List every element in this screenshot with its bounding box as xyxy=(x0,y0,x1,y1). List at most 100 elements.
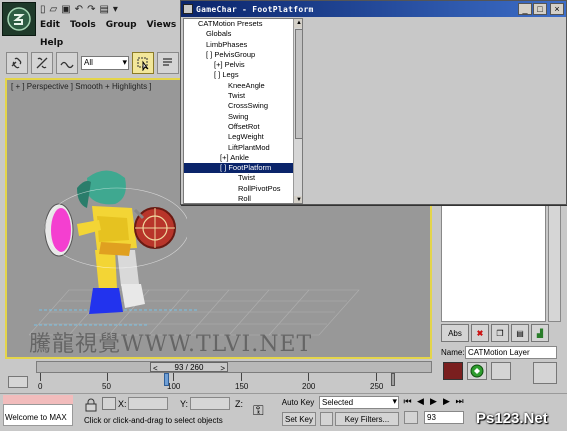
current-frame-field[interactable]: 93 xyxy=(424,411,464,424)
menu-tools[interactable]: Tools xyxy=(70,20,96,30)
key-mode-dropdown[interactable]: Selected xyxy=(319,396,399,409)
minimize-icon[interactable]: _ xyxy=(518,3,532,15)
new-file-icon[interactable]: ▯ xyxy=(40,4,46,16)
ruler-label: 50 xyxy=(102,382,111,391)
lock-selection-icon[interactable] xyxy=(84,398,98,412)
x-label: X: xyxy=(118,399,127,409)
current-frame-marker[interactable] xyxy=(164,373,169,386)
abs-layer-button[interactable]: Abs xyxy=(441,324,469,342)
go-to-start-icon[interactable]: ⏮ xyxy=(402,396,413,407)
close-icon[interactable]: × xyxy=(550,3,564,15)
ruler-label: 250 xyxy=(370,382,384,391)
tree-item[interactable]: Twist xyxy=(184,91,302,101)
undo-icon[interactable]: ↶ xyxy=(75,4,83,16)
tree-item[interactable]: Globals xyxy=(184,29,302,39)
save-file-icon[interactable]: ▣ xyxy=(61,4,70,16)
dropdown-chevron-icon[interactable]: ▾ xyxy=(113,4,118,16)
layer-name-field[interactable]: CATMotion Layer xyxy=(465,346,557,359)
layer-action-icon[interactable] xyxy=(491,362,511,380)
paste-layer-icon[interactable]: ▤ xyxy=(511,324,529,342)
window-icon xyxy=(183,4,193,14)
go-to-end-icon[interactable]: ⏭ xyxy=(454,396,465,407)
select-by-name-icon[interactable] xyxy=(157,52,179,74)
main-toolbar: All xyxy=(0,50,180,76)
tree-item[interactable]: LiftPlantMod xyxy=(184,143,302,153)
copy-layer-icon[interactable]: ❐ xyxy=(491,324,509,342)
redo-icon[interactable]: ↷ xyxy=(87,4,95,16)
project-folder-icon[interactable]: ▤ xyxy=(99,4,108,16)
listener-text: Welcome to MAX xyxy=(5,413,67,422)
tree-item[interactable]: Swing xyxy=(184,112,302,122)
catmotion-layer-panel: Abs ✖ ❐ ▤ ▟ Name: CATMotion Layer xyxy=(437,200,567,393)
time-next-icon[interactable]: > xyxy=(220,364,225,373)
character-model[interactable] xyxy=(37,168,187,338)
tree-item[interactable]: [+] Pelvis xyxy=(184,60,302,70)
time-slider-thumb[interactable]: < 93 / 260 > xyxy=(150,362,228,373)
catmotion-editor-window: GameChar - FootPlatform _ □ × CATMotion … xyxy=(180,0,567,205)
layer-list[interactable] xyxy=(441,204,546,322)
selection-filter-dropdown[interactable]: All xyxy=(81,56,129,70)
scroll-thumb[interactable] xyxy=(295,29,302,139)
menu-help[interactable]: Help xyxy=(40,38,63,48)
z-label: Z: xyxy=(235,399,243,409)
previous-frame-icon[interactable]: ◀ xyxy=(415,396,426,407)
absolute-mode-transform-icon[interactable] xyxy=(102,397,116,410)
ruler-label: 0 xyxy=(38,382,43,391)
layer-graph-icon[interactable]: ▟ xyxy=(531,324,549,342)
tree-item[interactable]: KneeAngle xyxy=(184,81,302,91)
tree-scrollbar[interactable]: ▲ ▼ xyxy=(293,19,302,203)
name-label: Name: xyxy=(441,348,465,357)
tree-item[interactable]: LegWeight xyxy=(184,132,302,142)
tree-item[interactable]: CATMotion Presets xyxy=(184,19,302,29)
layer-move-icon[interactable] xyxy=(533,362,557,384)
link-icon[interactable] xyxy=(6,52,28,74)
tree-item[interactable]: [ ] Legs xyxy=(184,70,302,80)
playback-controls: ⏮ ◀ ▶ ▶ ⏭ xyxy=(402,396,465,407)
tree-item[interactable]: [+] Ankle xyxy=(184,153,302,163)
time-slider[interactable]: < 93 / 260 > xyxy=(36,361,432,373)
time-slider-position: 93 / 260 xyxy=(174,363,204,372)
tree-item[interactable]: [ ] FootPlatform xyxy=(184,163,302,174)
set-key-icon[interactable]: ⚿ xyxy=(253,402,264,419)
default-in-out-tangent-icon[interactable] xyxy=(320,412,333,426)
catmotion-titlebar[interactable]: GameChar - FootPlatform _ □ × xyxy=(181,1,566,17)
menu-views[interactable]: Views xyxy=(147,20,177,30)
open-file-icon[interactable]: ▱ xyxy=(50,4,58,16)
bind-spacewarp-icon[interactable] xyxy=(56,52,78,74)
tree-item[interactable]: LimbPhases xyxy=(184,40,302,50)
track-bar-ruler[interactable]: 0 50 100 150 200 250 xyxy=(36,373,436,393)
catmotion-hierarchy-tree[interactable]: CATMotion Presets Globals LimbPhases[ ] Pe… xyxy=(183,18,303,204)
select-object-icon[interactable] xyxy=(132,52,154,74)
end-range-marker xyxy=(391,373,395,386)
tree-item[interactable]: Twist xyxy=(184,173,302,183)
catmotion-editor-icon[interactable] xyxy=(467,362,487,380)
play-icon[interactable]: ▶ xyxy=(428,396,439,407)
viewport-label[interactable]: [ + ] Perspective ] Smooth + Highlights … xyxy=(11,82,152,91)
tree-item[interactable]: [ ] PelvisGroup xyxy=(184,50,302,60)
max-logo-icon[interactable] xyxy=(2,2,36,36)
unlink-icon[interactable] xyxy=(31,52,53,74)
tree-item[interactable]: CrossSwing xyxy=(184,101,302,111)
tree-item[interactable]: OffsetRot xyxy=(184,122,302,132)
tree-item[interactable]: RollPivotPos xyxy=(184,184,302,194)
tree-item[interactable]: Roll xyxy=(184,194,302,203)
y-coordinate-field[interactable] xyxy=(190,397,230,410)
time-prev-icon[interactable]: < xyxy=(153,364,158,373)
key-mode-toggle-icon[interactable] xyxy=(404,411,418,424)
menu-edit[interactable]: Edit xyxy=(40,20,60,30)
auto-key-button[interactable]: Auto Key xyxy=(280,396,316,410)
scroll-down-icon[interactable]: ▼ xyxy=(294,196,302,203)
remove-layer-icon[interactable]: ✖ xyxy=(471,324,489,342)
y-label: Y: xyxy=(180,399,189,409)
x-coordinate-field[interactable] xyxy=(128,397,168,410)
layer-list-scrollbar[interactable] xyxy=(548,204,561,322)
maximize-icon[interactable]: □ xyxy=(533,3,547,15)
next-frame-icon[interactable]: ▶ xyxy=(441,396,452,407)
menu-group[interactable]: Group xyxy=(106,20,137,30)
menu-bar: Edit Tools Group Views xyxy=(40,20,176,30)
layer-color-swatch[interactable] xyxy=(443,362,463,380)
scroll-up-icon[interactable]: ▲ xyxy=(294,19,302,28)
key-filters-button[interactable]: Key Filters... xyxy=(335,412,399,426)
set-key-button[interactable]: Set Key xyxy=(282,412,316,426)
open-mini-curve-editor-button[interactable] xyxy=(8,376,28,388)
